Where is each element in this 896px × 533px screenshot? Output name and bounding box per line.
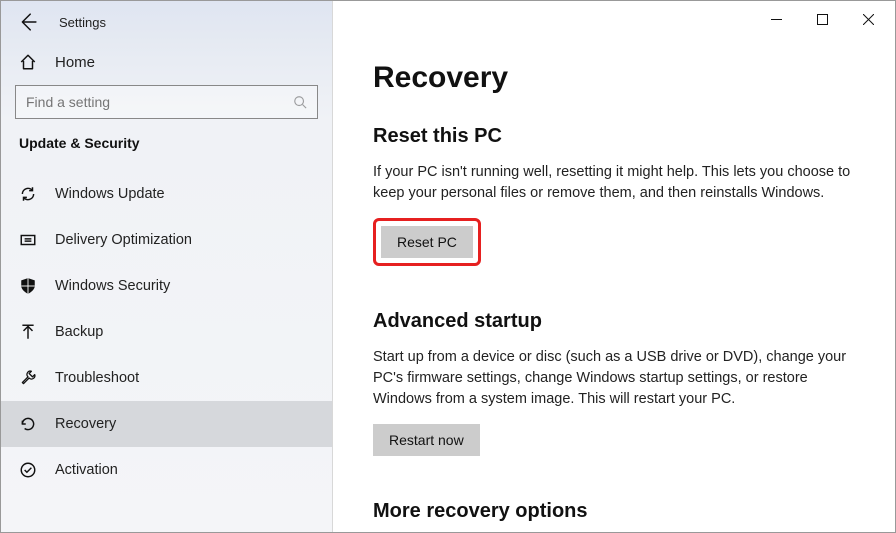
backup-icon — [19, 323, 37, 341]
sidebar-item-activation[interactable]: Activation — [1, 447, 332, 493]
recovery-icon — [19, 415, 37, 433]
reset-section: Reset this PC If your PC isn't running w… — [373, 125, 855, 266]
sidebar-item-label: Recovery — [55, 416, 116, 432]
sidebar-item-label: Activation — [55, 462, 118, 478]
sync-icon — [19, 185, 37, 203]
search-input[interactable] — [26, 94, 293, 110]
window-title: Settings — [59, 15, 106, 30]
sidebar-item-windows-update[interactable]: Windows Update — [1, 171, 332, 217]
wrench-icon — [19, 369, 37, 387]
main-panel: Recovery Reset this PC If your PC isn't … — [333, 1, 895, 532]
sidebar-item-label: Windows Security — [55, 278, 170, 294]
maximize-button[interactable] — [799, 4, 845, 34]
advanced-section: Advanced startup Start up from a device … — [373, 310, 855, 456]
home-link[interactable]: Home — [1, 41, 332, 85]
more-options-title: More recovery options — [373, 500, 855, 523]
sidebar-item-recovery[interactable]: Recovery — [1, 401, 332, 447]
advanced-title: Advanced startup — [373, 310, 855, 333]
home-label: Home — [55, 54, 95, 71]
restart-now-button[interactable]: Restart now — [373, 424, 480, 456]
search-box[interactable] — [15, 85, 318, 119]
search-icon — [293, 95, 307, 109]
sidebar-item-backup[interactable]: Backup — [1, 309, 332, 355]
back-icon[interactable] — [19, 13, 37, 31]
sidebar-item-label: Backup — [55, 324, 103, 340]
sidebar-item-label: Troubleshoot — [55, 370, 139, 386]
delivery-icon — [19, 231, 37, 249]
highlight-box: Reset PC — [373, 218, 481, 266]
reset-text: If your PC isn't running well, resetting… — [373, 162, 853, 204]
reset-title: Reset this PC — [373, 125, 855, 148]
nav-list: Windows Update Delivery Optimization Win… — [1, 171, 332, 532]
page-title: Recovery — [373, 61, 855, 95]
category-header: Update & Security — [1, 135, 332, 171]
title-bar — [333, 1, 895, 37]
sidebar-item-troubleshoot[interactable]: Troubleshoot — [1, 355, 332, 401]
reset-pc-button[interactable]: Reset PC — [381, 226, 473, 258]
sidebar-item-windows-security[interactable]: Windows Security — [1, 263, 332, 309]
close-button[interactable] — [845, 4, 891, 34]
sidebar-item-label: Windows Update — [55, 186, 165, 202]
advanced-text: Start up from a device or disc (such as … — [373, 347, 853, 410]
home-icon — [19, 53, 37, 71]
sidebar: Settings Home Update & Security Windows … — [1, 1, 333, 532]
sidebar-item-delivery-optimization[interactable]: Delivery Optimization — [1, 217, 332, 263]
shield-icon — [19, 277, 37, 295]
minimize-button[interactable] — [753, 4, 799, 34]
sidebar-item-label: Delivery Optimization — [55, 232, 192, 248]
check-circle-icon — [19, 461, 37, 479]
